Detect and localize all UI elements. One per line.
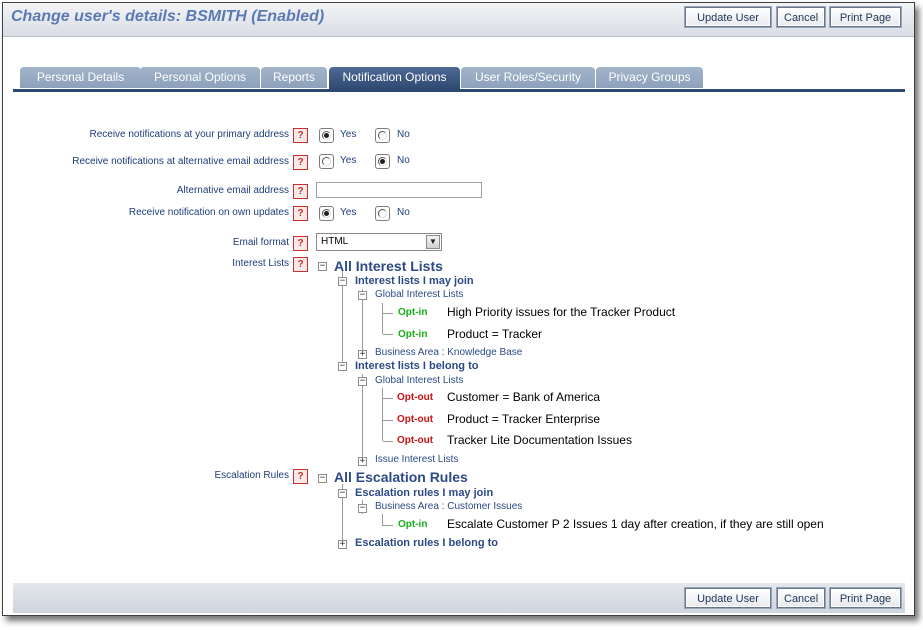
business-area-knowledge-base[interactable]: Business Area : Knowledge Base [375,347,522,358]
collapse-lists-belong-to[interactable]: − [338,362,347,371]
page-title: Change user's details: BSMITH (Enabled) [11,8,325,25]
primary-yes-radio[interactable] [319,128,334,143]
interest-lists-label: Interest Lists [232,258,289,269]
print-page-button[interactable]: Print Page [829,6,902,28]
collapse-global-lists[interactable]: − [358,291,367,300]
tab-user-roles-security[interactable]: User Roles/Security [461,67,595,88]
tree-line [383,441,393,442]
opt-in-link[interactable]: Opt-in [398,329,427,340]
tab-personal-details[interactable]: Personal Details [20,67,141,88]
tree-line [382,303,383,334]
expand-issue-lists[interactable]: + [358,457,367,466]
primary-no-label: No [397,129,410,140]
opt-out-link[interactable]: Opt-out [397,435,433,446]
tab-notification-options[interactable]: Notification Options [329,67,460,89]
alternative-no-radio[interactable] [375,154,390,169]
tree-line [383,525,393,526]
help-icon[interactable]: ? [293,469,308,484]
help-icon[interactable]: ? [293,206,308,221]
tree-line [362,374,363,458]
help-icon[interactable]: ? [293,128,308,143]
own-updates-no-label: No [397,207,410,218]
interest-list-item: High Priority issues for the Tracker Pro… [447,305,676,319]
primary-address-label: Receive notifications at your primary ad… [89,129,289,140]
tab-reports[interactable]: Reports [261,67,327,88]
expand-rules-belong-to[interactable]: + [338,540,347,549]
business-area-customer-issues[interactable]: Business Area : Customer Issues [375,501,522,512]
collapse-rules-may-join[interactable]: − [338,489,347,498]
alt-email-input[interactable] [316,182,482,198]
escalation-rules-label: Escalation Rules [214,470,289,481]
all-escalation-rules[interactable]: All Escalation Rules [334,469,468,485]
tree-line [383,420,393,421]
global-interest-lists[interactable]: Global Interest Lists [375,375,463,386]
global-interest-lists[interactable]: Global Interest Lists [375,289,463,300]
interest-lists-belong-to[interactable]: Interest lists I belong to [355,360,478,372]
help-icon[interactable]: ? [293,236,308,251]
tab-underline [13,89,905,92]
email-format-select[interactable]: HTML ▼ [316,233,442,251]
own-updates-yes-radio[interactable] [319,206,334,221]
cancel-button[interactable]: Cancel [776,587,826,609]
collapse-lists-may-join[interactable]: − [338,277,347,286]
collapse-global-lists[interactable]: − [358,377,367,386]
alternative-no-label: No [397,155,410,166]
interest-list-item: Product = Tracker [447,327,543,341]
alternative-yes-radio[interactable] [319,154,334,169]
interest-lists-may-join[interactable]: Interest lists I may join [355,275,474,287]
help-icon[interactable]: ? [293,155,308,170]
chevron-down-icon: ▼ [426,235,440,249]
all-interest-lists[interactable]: All Interest Lists [334,258,443,274]
primary-yes-label: Yes [340,129,357,140]
cancel-button[interactable]: Cancel [776,6,826,28]
collapse-business-area[interactable]: − [358,504,367,513]
opt-out-link[interactable]: Opt-out [397,392,433,403]
interest-list-item: Customer = Bank of America [447,390,601,404]
collapse-all-escalation-rules[interactable]: − [318,474,327,483]
tree-line [382,388,383,441]
tab-privacy-groups[interactable]: Privacy Groups [596,67,703,88]
opt-in-link[interactable]: Opt-in [398,307,427,318]
opt-out-link[interactable]: Opt-out [397,414,433,425]
tab-bar: Personal Details Personal Options Report… [13,67,903,89]
alt-email-label: Alternative email address [176,185,289,196]
email-format-label: Email format [232,237,289,248]
tree-line [383,398,393,399]
own-updates-label: Receive notification on own updates [128,207,289,218]
tab-personal-options[interactable]: Personal Options [140,67,260,88]
help-icon[interactable]: ? [293,257,308,272]
collapse-all-interest-lists[interactable]: − [318,262,327,271]
own-updates-no-radio[interactable] [375,206,390,221]
tree-line [383,313,393,314]
tree-line [383,334,393,335]
issue-interest-lists[interactable]: Issue Interest Lists [375,454,458,465]
alternative-address-label: Receive notifications at alternative ema… [72,156,289,167]
escalation-rules-may-join[interactable]: Escalation rules I may join [355,487,493,499]
primary-no-radio[interactable] [375,128,390,143]
email-format-value: HTML [321,236,349,247]
interest-list-item: Tracker Lite Documentation Issues [447,433,632,447]
print-page-button[interactable]: Print Page [829,587,902,609]
interest-list-item: Product = Tracker Enterprise [447,412,601,426]
alternative-yes-label: Yes [340,155,357,166]
header-bar: Change user's details: BSMITH (Enabled) … [3,3,914,37]
update-user-button[interactable]: Update User [684,6,772,28]
footer-bar: Update User Cancel Print Page [13,583,905,613]
update-user-button[interactable]: Update User [684,587,772,609]
expand-business-area[interactable]: + [358,350,367,359]
escalation-rule-item: Escalate Customer P 2 Issues 1 day after… [447,517,824,531]
escalation-rules-belong-to[interactable]: Escalation rules I belong to [355,537,498,549]
user-details-window: Change user's details: BSMITH (Enabled) … [2,2,915,616]
opt-in-link[interactable]: Opt-in [398,519,427,530]
own-updates-yes-label: Yes [340,207,357,218]
help-icon[interactable]: ? [293,184,308,199]
